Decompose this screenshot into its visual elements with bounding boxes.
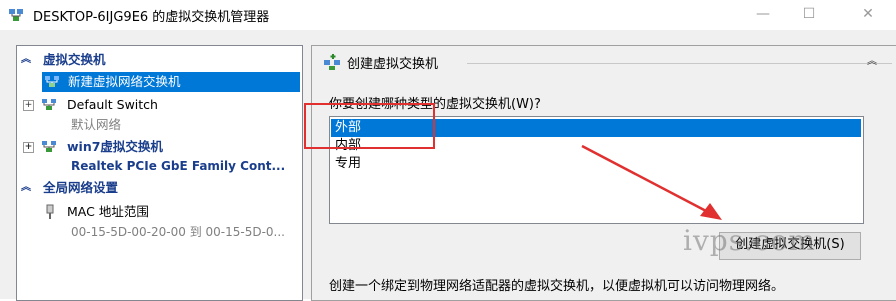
watermark-text: ivps.com	[683, 224, 817, 257]
category-label: 虚拟交换机	[43, 52, 106, 67]
category-label: 全局网络设置	[43, 180, 119, 195]
tree-item-label: MAC 地址范围	[67, 204, 149, 219]
switch-manager-icon	[9, 9, 23, 21]
close-button[interactable]: ✕	[845, 0, 891, 30]
tree-item-sublabel: 默认网络	[71, 117, 122, 132]
expand-plus-icon[interactable]: +	[23, 100, 34, 111]
tree-item-default-switch[interactable]: + Default Switch	[17, 95, 302, 115]
create-switch-icon	[324, 54, 340, 70]
collapse-chevron-icon[interactable]: ︽	[865, 55, 879, 69]
network-switch-icon	[42, 141, 56, 152]
switch-type-description: 创建一个绑定到物理网络适配器的虚拟交换机，以便虚拟机可以访问物理网络。	[329, 279, 785, 294]
network-cable-icon	[46, 204, 54, 219]
maximize-button[interactable]: ☐	[786, 0, 832, 30]
expand-plus-icon[interactable]: +	[23, 142, 34, 153]
switch-type-private[interactable]: 专用	[331, 155, 861, 173]
window-title: DESKTOP-6IJG9E6 的虚拟交换机管理器	[33, 10, 270, 25]
tree-item-label: win7虚拟交换机	[67, 139, 163, 154]
section-title: 创建虚拟交换机	[347, 57, 439, 72]
navigation-tree[interactable]: ︽ 虚拟交换机 新建虚拟网络交换机 + Default Switch 默认网络 …	[16, 45, 303, 301]
network-switch-icon	[42, 99, 56, 110]
tree-category-virtual-switches[interactable]: ︽ 虚拟交换机	[17, 50, 302, 70]
collapse-chevron-icon[interactable]: ︽	[21, 178, 31, 198]
tree-item-new-switch[interactable]: 新建虚拟网络交换机	[42, 72, 300, 92]
new-switch-icon	[45, 76, 59, 87]
tree-item-label: 新建虚拟网络交换机	[68, 74, 181, 89]
tree-item-sublabel: 00-15-5D-00-20-00 到 00-15-5D-0...	[71, 225, 285, 239]
tree-item-win7-switch[interactable]: + win7虚拟交换机	[17, 137, 302, 157]
section-divider	[467, 63, 892, 64]
tree-item-sublabel: Realtek PCIe GbE Family Cont...	[71, 159, 286, 173]
title-bar: DESKTOP-6IJG9E6 的虚拟交换机管理器 — ☐ ✕	[0, 0, 896, 30]
tree-item-label: Default Switch	[67, 97, 158, 112]
collapse-chevron-icon[interactable]: ︽	[21, 50, 31, 70]
tree-item-mac-range[interactable]: MAC 地址范围	[17, 202, 302, 222]
highlight-box	[304, 103, 435, 149]
tree-category-global-settings[interactable]: ︽ 全局网络设置	[17, 178, 302, 198]
minimize-button[interactable]: —	[740, 0, 786, 30]
details-panel: 创建虚拟交换机 ︽ 你要创建哪种类型的虚拟交换机(W)? 外部 内部 专用 创建…	[311, 45, 896, 301]
